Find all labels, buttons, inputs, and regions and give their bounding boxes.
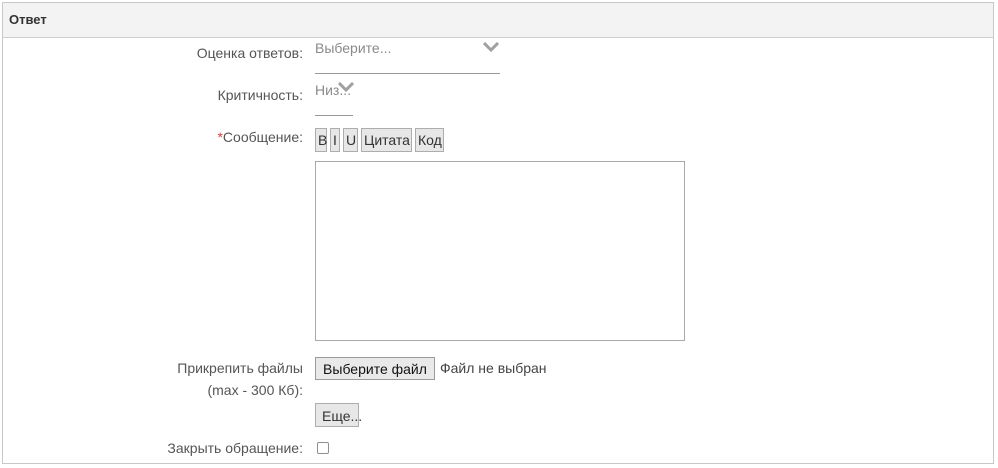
more-files-button[interactable]: Еще... (315, 403, 362, 427)
close-request-checkbox[interactable] (317, 442, 329, 454)
quote-button[interactable]: Цитата (361, 128, 412, 152)
italic-button[interactable]: I (330, 128, 340, 152)
rating-select-value: Выберите... (315, 40, 392, 56)
attach-label-line2: (max - 300 Кб): (207, 382, 303, 398)
bold-button[interactable]: B (315, 128, 327, 152)
close-request-label: Закрыть обращение: (167, 440, 303, 456)
chevron-down-icon (483, 42, 499, 52)
rating-select[interactable]: Выберите... (315, 40, 500, 74)
reply-panel: Ответ Оценка ответов: Выберите... Критич… (2, 2, 994, 464)
underline-button[interactable]: U (343, 128, 358, 152)
message-label-text: Сообщение: (222, 129, 303, 145)
code-button[interactable]: Код (415, 128, 444, 152)
criticality-select[interactable]: Низ... (315, 82, 354, 116)
message-textarea[interactable] (315, 161, 685, 341)
criticality-label: Критичность: (217, 87, 303, 103)
chevron-down-icon (338, 82, 354, 92)
attach-label-line1: Прикрепить файлы (177, 360, 303, 376)
panel-header: Ответ (3, 3, 993, 38)
message-label: *Сообщение: (217, 129, 303, 145)
rating-label: Оценка ответов: (196, 45, 303, 61)
choose-file-button[interactable]: Выберите файл (315, 357, 435, 380)
file-status: Файл не выбран (440, 360, 547, 376)
panel-title: Ответ (9, 12, 47, 27)
